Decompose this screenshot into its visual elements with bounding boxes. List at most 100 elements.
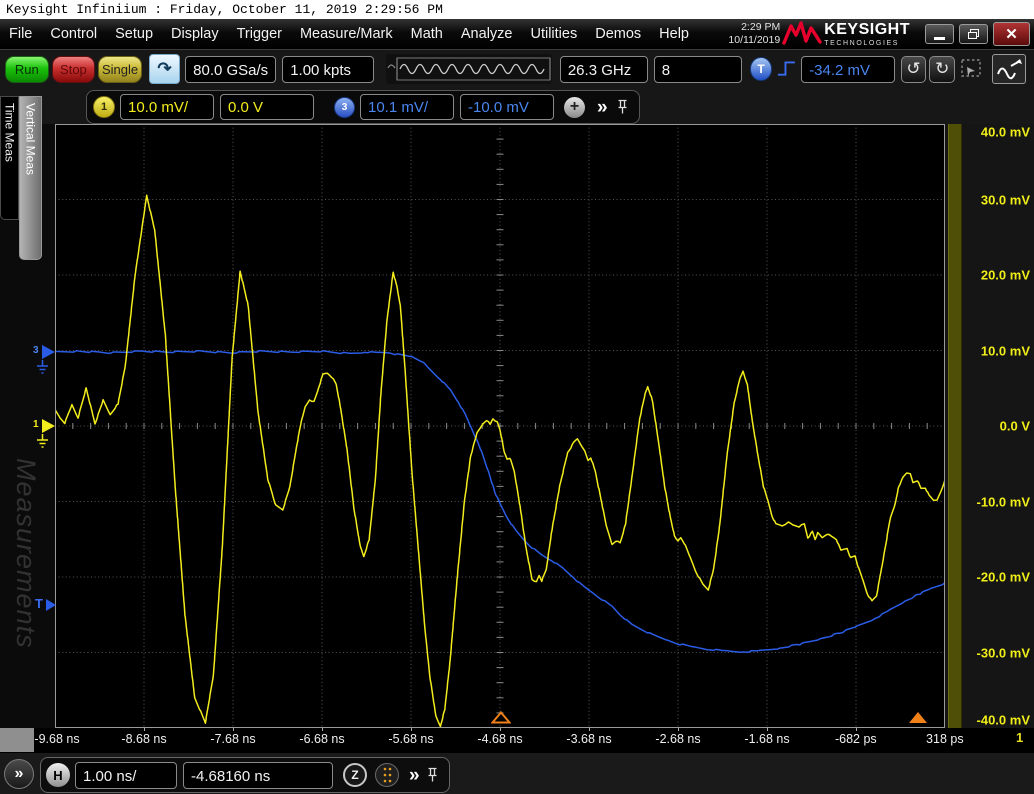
- x-axis-label: -8.68 ns: [121, 732, 166, 746]
- timebase-scale-field[interactable]: 1.00 ns/: [75, 762, 177, 789]
- close-icon: ✕: [1005, 25, 1018, 43]
- menu-bar: FileControlSetupDisplayTriggerMeasure/Ma…: [0, 19, 1034, 49]
- close-button[interactable]: ✕: [993, 22, 1030, 46]
- region-select-icon[interactable]: [958, 57, 984, 81]
- minimize-button[interactable]: [925, 24, 954, 44]
- curved-arrow-icon: ↷: [157, 59, 171, 79]
- menu-item-math[interactable]: Math: [402, 26, 452, 42]
- menu-item-file[interactable]: File: [0, 26, 41, 42]
- dotted-columns-icon: [380, 765, 394, 785]
- x-axis-label: 318 ps: [926, 732, 964, 746]
- timebase-position-field[interactable]: -4.68160 ns: [183, 762, 333, 789]
- menu-item-trigger[interactable]: Trigger: [228, 26, 291, 42]
- channel-1-marker-label: 1: [33, 419, 39, 430]
- waveform-arrow-icon: [995, 57, 1023, 81]
- channel-3-marker-icon[interactable]: [42, 345, 55, 359]
- stop-button[interactable]: Stop: [52, 56, 96, 83]
- time-axis: -9.68 ns-8.68 ns-7.68 ns-6.68 ns-5.68 ns…: [0, 728, 1034, 752]
- channel-3-badge[interactable]: 3: [334, 97, 355, 118]
- add-channel-button[interactable]: +: [564, 97, 585, 118]
- toolbar: Run Stop Single ↷ 80.0 GSa/s 1.00 kpts 2…: [0, 49, 1034, 88]
- trigger-time-marker-icon[interactable]: [491, 711, 511, 724]
- redo-icon: ↻: [935, 59, 949, 79]
- menu-item-setup[interactable]: Setup: [106, 26, 162, 42]
- undo-icon: ↺: [906, 59, 920, 79]
- pin-icon[interactable]: [426, 767, 439, 783]
- vertical-axis-labels: 40.0 mV30.0 mV20.0 mV10.0 mV0.0 V-10.0 m…: [962, 124, 1032, 728]
- y-axis-label: -10.0 mV: [977, 494, 1030, 509]
- run-button[interactable]: Run: [5, 56, 49, 83]
- horizontal-reference-marker-icon[interactable]: [908, 711, 928, 724]
- channel-1-marker-icon[interactable]: [42, 419, 55, 433]
- expand-chevrons[interactable]: »: [409, 766, 420, 785]
- expand-left-button[interactable]: »: [4, 759, 34, 789]
- x-axis-tick: [500, 728, 501, 731]
- x-axis-label: -682 ps: [835, 732, 877, 746]
- trigger-level-marker-label: T: [35, 596, 43, 611]
- sample-rate-field[interactable]: 80.0 GSa/s: [185, 56, 276, 83]
- y-axis-label: 20.0 mV: [981, 268, 1030, 283]
- x-axis-tick: [411, 728, 412, 731]
- y-axis-label: 10.0 mV: [981, 343, 1030, 358]
- trigger-level-marker-icon[interactable]: [46, 599, 56, 611]
- trigger-level-field[interactable]: -34.2 mV: [801, 56, 895, 83]
- channel-1-ground-icon: [36, 434, 49, 448]
- trigger-edge-icon[interactable]: [776, 58, 797, 80]
- waveform-drag-button[interactable]: [992, 54, 1026, 84]
- clock: 2:29 PM 10/11/2019: [728, 21, 780, 47]
- x-axis-label: -3.68 ns: [566, 732, 611, 746]
- redo-button[interactable]: ↻: [929, 56, 955, 83]
- menu-item-help[interactable]: Help: [650, 26, 698, 42]
- trigger-badge[interactable]: T: [750, 57, 773, 81]
- x-axis-tick: [589, 728, 590, 731]
- tab-time-meas[interactable]: Time Meas: [0, 96, 19, 220]
- y-axis-label: 0.0 V: [1000, 419, 1030, 434]
- x-axis-tick: [322, 728, 323, 731]
- measurements-watermark: Measurements: [10, 458, 41, 649]
- restore-button[interactable]: [959, 24, 988, 44]
- x-axis-tick: [144, 728, 145, 731]
- tab-vertical-meas[interactable]: Vertical Meas: [19, 96, 42, 260]
- channel-1-scale-field[interactable]: 10.0 mV/: [120, 94, 214, 120]
- x-axis-tick: [678, 728, 679, 731]
- x-axis-tick: [767, 728, 768, 731]
- menu-item-analyze[interactable]: Analyze: [452, 26, 522, 42]
- y-axis-label: 40.0 mV: [981, 125, 1030, 140]
- channel-3-scale-field[interactable]: 10.1 mV/: [360, 94, 454, 120]
- menu-item-measure-mark[interactable]: Measure/Mark: [291, 26, 402, 42]
- zoom-button[interactable]: Z: [343, 763, 367, 787]
- menu-item-display[interactable]: Display: [162, 26, 228, 42]
- horizontal-badge[interactable]: H: [46, 763, 70, 787]
- y-axis-label: -30.0 mV: [977, 645, 1030, 660]
- acquisition-preview[interactable]: [386, 54, 552, 84]
- brand-sub: TECHNOLOGIES: [824, 40, 910, 47]
- averages-field[interactable]: 8: [654, 56, 742, 83]
- single-button[interactable]: Single: [98, 56, 142, 83]
- waveform-preview-icon: [386, 55, 552, 83]
- y-axis-label: -40.0 mV: [977, 713, 1030, 728]
- x-axis-label: -4.68 ns: [477, 732, 522, 746]
- channel-1-badge[interactable]: 1: [93, 96, 115, 118]
- channel-1-offset-field[interactable]: 0.0 V: [220, 94, 314, 120]
- menu-item-demos[interactable]: Demos: [586, 26, 650, 42]
- split-view-button[interactable]: [375, 763, 399, 787]
- x-axis-tick: [233, 728, 234, 731]
- memory-depth-field[interactable]: 1.00 kpts: [282, 56, 374, 83]
- x-axis-label: -1.68 ns: [744, 732, 789, 746]
- scope-grid-and-traces: [55, 124, 945, 728]
- expand-chevrons[interactable]: »: [597, 98, 608, 117]
- menu-right-cluster: 2:29 PM 10/11/2019 KEYSIGHT TECHNOLOGIES…: [728, 19, 1034, 49]
- vertical-scale-strip[interactable]: [948, 124, 962, 728]
- axis-corner-block: [0, 728, 34, 752]
- minimize-icon: [934, 37, 945, 40]
- scope-display[interactable]: [55, 124, 945, 728]
- bandwidth-field[interactable]: 26.3 GHz: [560, 56, 648, 83]
- pin-icon[interactable]: [616, 99, 629, 115]
- menu-item-utilities[interactable]: Utilities: [521, 26, 586, 42]
- channel-3-offset-field[interactable]: -10.0 mV: [460, 94, 554, 120]
- x-axis-label: -7.68 ns: [210, 732, 255, 746]
- touch-mode-button[interactable]: ↷: [149, 54, 180, 84]
- x-axis-tick: [856, 728, 857, 731]
- menu-item-control[interactable]: Control: [41, 26, 106, 42]
- undo-button[interactable]: ↺: [901, 56, 927, 83]
